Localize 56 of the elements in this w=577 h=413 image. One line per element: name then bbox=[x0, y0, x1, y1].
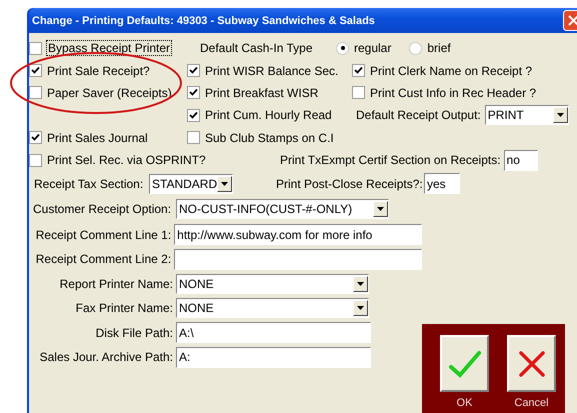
checkbox-label: Print Clerk Name on Receipt ? bbox=[370, 64, 532, 78]
checkbox[interactable] bbox=[187, 108, 200, 122]
checkbox[interactable] bbox=[352, 64, 365, 78]
field-label: Receipt Comment Line 2: bbox=[34, 252, 172, 266]
dropdown[interactable]: NO-CUST-INFO(CUST-#-ONLY) bbox=[176, 199, 389, 220]
receipt-output-label: Default Receipt Output: bbox=[356, 108, 481, 122]
cancel-button[interactable] bbox=[507, 335, 556, 392]
input-field[interactable]: yes bbox=[424, 173, 460, 194]
input-field[interactable]: A:\ bbox=[176, 322, 371, 344]
checkbox-label: Print Sales Journal bbox=[47, 130, 148, 145]
radio-label: brief bbox=[427, 41, 451, 56]
txexempt-label: Print TxExmpt Certif Section on Receipts: bbox=[280, 153, 501, 168]
checkbox-label: Print Cum. Hourly Read bbox=[205, 108, 332, 122]
field-label: Report Printer Name: bbox=[58, 276, 174, 291]
dropdown[interactable]: PRINT bbox=[484, 105, 569, 126]
checkbox-label: Print WISR Balance Sec. bbox=[205, 64, 338, 78]
ok-button[interactable] bbox=[440, 335, 489, 392]
post-close-label: Print Post-Close Receipts?: bbox=[276, 176, 424, 191]
button-label: Cancel bbox=[514, 397, 549, 409]
radio-label: regular bbox=[354, 41, 392, 56]
dropdown[interactable]: NONE bbox=[176, 298, 369, 318]
checkbox[interactable] bbox=[187, 86, 200, 100]
dropdown[interactable]: STANDARD bbox=[149, 174, 233, 194]
checkbox[interactable] bbox=[29, 64, 42, 78]
input-field[interactable] bbox=[174, 248, 422, 270]
checkbox[interactable] bbox=[29, 131, 42, 144]
window-title: Change - Printing Defaults: 49303 - Subway Sandwiches & Salads bbox=[32, 14, 375, 26]
checkbox-label: Print Cust Info in Rec Header ? bbox=[370, 86, 536, 100]
field-label: Sales Jour. Archive Path: bbox=[38, 350, 174, 364]
dropdown[interactable]: NONE bbox=[176, 274, 369, 294]
checkbox-label: Print Breakfast WISR bbox=[205, 86, 318, 100]
input-field[interactable]: no bbox=[504, 150, 538, 171]
checkmark-icon bbox=[448, 348, 482, 378]
field-label: Receipt Comment Line 1: bbox=[34, 228, 172, 242]
cash-in-type-label: Default Cash-In Type bbox=[200, 41, 314, 56]
checkbox[interactable] bbox=[187, 64, 200, 78]
radio-button[interactable] bbox=[336, 42, 349, 55]
checkbox[interactable] bbox=[29, 154, 42, 167]
radio-button[interactable] bbox=[409, 42, 422, 55]
input-field[interactable]: A: bbox=[176, 346, 371, 368]
checkbox[interactable] bbox=[352, 86, 365, 100]
button-label: OK bbox=[456, 397, 472, 409]
customer-option-label: Customer Receipt Option: bbox=[33, 202, 172, 216]
checkbox-label: Bypass Receipt Printer bbox=[47, 41, 172, 56]
checkbox-label: Print Sel. Rec. via OSPRINT? bbox=[47, 153, 206, 168]
checkbox-label: Paper Saver (Receipts) bbox=[47, 86, 172, 100]
tax-section-label: Receipt Tax Section: bbox=[34, 176, 144, 191]
checkbox[interactable] bbox=[187, 131, 200, 144]
field-label: Disk File Path: bbox=[94, 326, 174, 340]
field-label: Fax Printer Name: bbox=[74, 301, 174, 316]
checkbox[interactable] bbox=[29, 42, 42, 55]
checkbox-label: Print Sale Receipt? bbox=[47, 64, 150, 78]
cross-icon bbox=[516, 348, 546, 378]
checkbox[interactable] bbox=[29, 86, 42, 100]
checkbox-label: Sub Club Stamps on C.I bbox=[205, 130, 334, 145]
input-field[interactable]: http://www.subway.com for more info bbox=[174, 224, 422, 246]
